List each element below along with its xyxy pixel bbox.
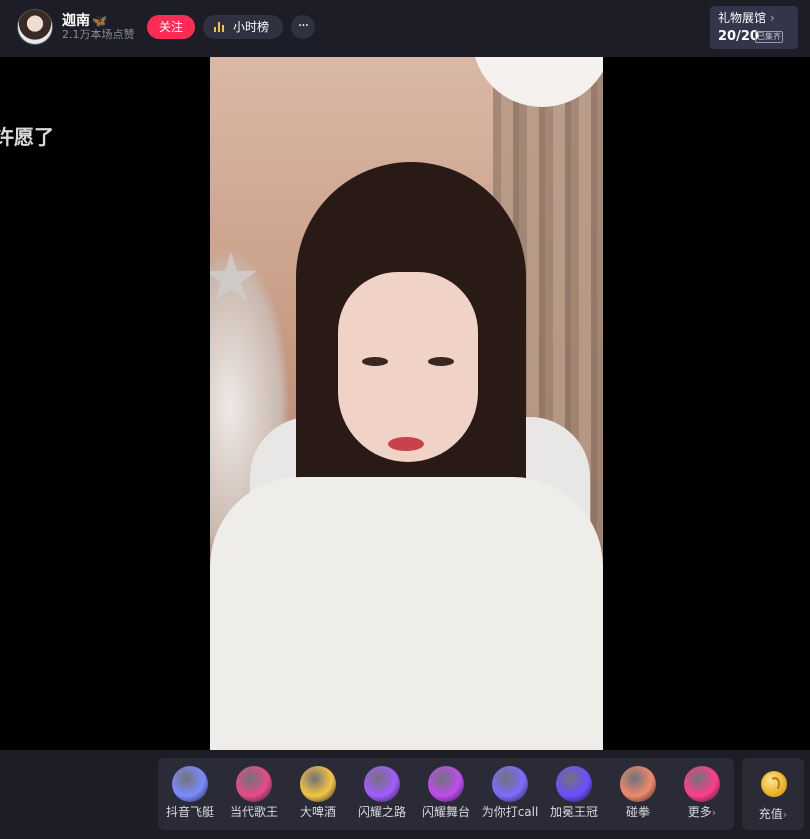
recharge-label: 充值› xyxy=(758,807,788,821)
gift-label: 为你打call xyxy=(481,805,539,819)
shining-stage-icon xyxy=(428,766,464,802)
more-options-button[interactable]: ··· xyxy=(291,15,315,39)
call-icon xyxy=(492,766,528,802)
airship-icon xyxy=(172,766,208,802)
chevron-right-icon: › xyxy=(782,808,788,821)
left-eye xyxy=(362,357,388,366)
gift-item[interactable]: 当代歌王 xyxy=(222,758,286,830)
gift-item[interactable]: 碰拳 xyxy=(606,758,670,830)
gift-label: 抖音飞艇 xyxy=(165,805,214,819)
gift-label: 更多› xyxy=(687,805,717,819)
gift-label: 大啤酒 xyxy=(299,805,336,819)
gift-hall-count: 20/20 xyxy=(718,29,759,44)
chevron-right-icon: › xyxy=(770,11,775,25)
gift-label: 加冕王冠 xyxy=(549,805,598,819)
right-eye xyxy=(428,357,454,366)
fist-bump-icon xyxy=(620,766,656,802)
face xyxy=(338,272,478,462)
gift-label: 闪耀之路 xyxy=(357,805,406,819)
lips xyxy=(388,437,424,451)
gift-item[interactable]: 闪耀舞台 xyxy=(414,758,478,830)
beer-icon xyxy=(300,766,336,802)
crown-icon xyxy=(556,766,592,802)
streamer-avatar[interactable] xyxy=(17,9,53,45)
coin-icon xyxy=(761,771,787,797)
gift-item[interactable]: 更多› xyxy=(670,758,734,830)
wish-overlay-text: 许愿了 xyxy=(0,125,54,149)
recharge-button[interactable]: 充值› xyxy=(742,758,804,830)
gift-item[interactable]: 为你打call xyxy=(478,758,542,830)
live-room: 迦南 🦋 2.1万本场点赞 关注 小时榜 ··· 礼物展馆 › 20/20 已集… xyxy=(0,0,810,839)
hourly-rank-button[interactable]: 小时榜 xyxy=(203,15,283,39)
sweater xyxy=(210,477,603,750)
singer-king-icon xyxy=(236,766,272,802)
gift-box-icon xyxy=(684,766,720,802)
top-bar: 迦南 🦋 2.1万本场点赞 关注 小时榜 ··· 礼物展馆 › 20/20 已集… xyxy=(0,0,810,57)
follow-button[interactable]: 关注 xyxy=(147,15,195,39)
gift-item[interactable]: 抖音飞艇 xyxy=(158,758,222,830)
collected-tag: 已集齐 xyxy=(755,31,783,43)
gift-label: 闪耀舞台 xyxy=(421,805,470,819)
gift-item[interactable]: 大啤酒 xyxy=(286,758,350,830)
gift-panel: 抖音飞艇 当代歌王 大啤酒 闪耀之路 闪耀舞台 为你打call 加冕王冠 碰拳 更多› xyxy=(158,758,734,830)
chevron-right-icon: › xyxy=(711,806,717,819)
gift-hall-title: 礼物展馆 xyxy=(718,11,767,25)
gift-item[interactable]: 加冕王冠 xyxy=(542,758,606,830)
gift-item[interactable]: 闪耀之路 xyxy=(350,758,414,830)
live-video[interactable] xyxy=(210,57,603,750)
gift-label: 碰拳 xyxy=(625,805,650,819)
bar-chart-icon xyxy=(214,22,224,32)
shining-road-icon xyxy=(364,766,400,802)
butterfly-badge-icon: 🦋 xyxy=(92,14,107,28)
likes-count: 2.1万本场点赞 xyxy=(62,28,135,41)
gift-hall-card[interactable]: 礼物展馆 › 20/20 已集齐 xyxy=(710,6,798,49)
gift-label: 当代歌王 xyxy=(229,805,278,819)
hourly-rank-label: 小时榜 xyxy=(233,20,270,34)
